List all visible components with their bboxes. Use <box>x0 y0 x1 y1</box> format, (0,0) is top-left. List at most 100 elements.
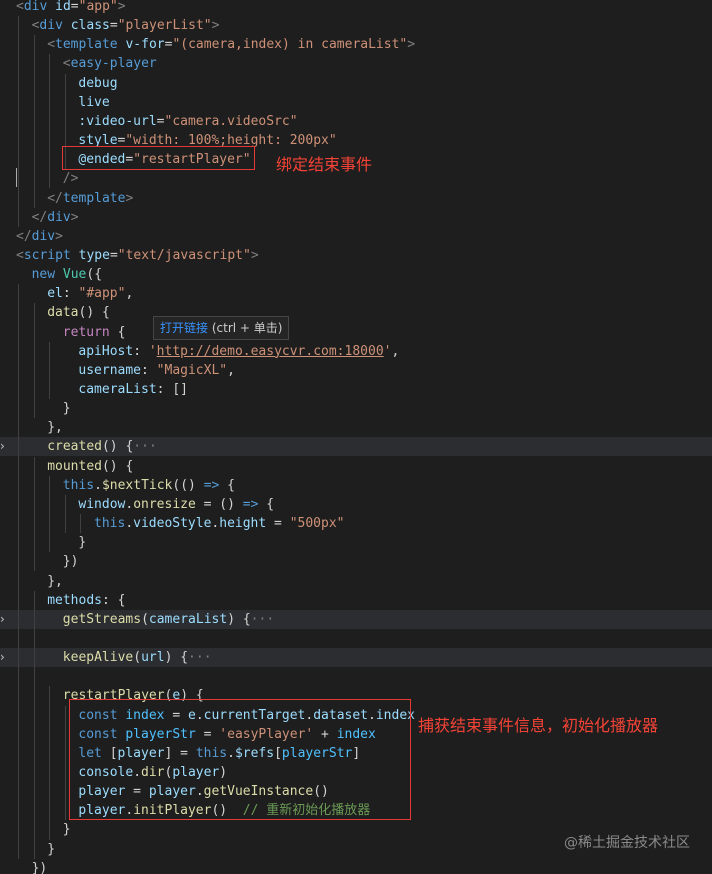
code-token: = <box>156 113 165 129</box>
code-line[interactable]: </template> <box>0 189 712 208</box>
code-line[interactable] <box>0 667 712 686</box>
code-token: , <box>125 286 134 302</box>
code-text: <easy-player <box>63 54 157 73</box>
code-line[interactable]: }, <box>0 418 712 437</box>
code-token: "(camera,index) in cameraList" <box>172 37 408 53</box>
code-token: (() <box>172 477 204 493</box>
code-token: . <box>94 477 102 493</box>
code-token: }) <box>62 554 79 570</box>
code-token: getStreams <box>62 611 142 627</box>
code-line[interactable]: <template v-for="(camera,index) in camer… <box>0 35 712 54</box>
code-token: </ <box>31 209 48 225</box>
code-line[interactable]: cameraList: [] <box>0 380 712 399</box>
code-line[interactable]: username: "MagicXL", <box>0 361 712 380</box>
code-token: username <box>78 362 142 378</box>
indent-guide <box>80 514 82 534</box>
code-text: </div> <box>32 208 79 227</box>
code-line[interactable]: mounted() { <box>0 457 712 476</box>
code-text: }) <box>32 859 48 874</box>
fold-chevron-icon[interactable]: › <box>0 610 10 629</box>
code-line[interactable]: <easy-player <box>0 54 712 73</box>
code-token: } <box>62 401 71 417</box>
code-line[interactable]: window.onresize = () => { <box>0 495 712 514</box>
code-line[interactable]: } <box>0 533 712 552</box>
code-token: > <box>211 18 220 34</box>
code-line[interactable]: this.$nextTick(() => { <box>0 476 712 495</box>
code-token: :video-url <box>78 113 157 129</box>
code-token: div <box>39 18 63 34</box>
code-line[interactable]: :video-url="camera.videoSrc" <box>0 112 712 131</box>
code-token: div <box>47 209 71 225</box>
code-token: => <box>242 496 259 512</box>
code-text: /> <box>63 169 79 188</box>
code-line[interactable]: › getStreams(cameraList) {··· <box>0 609 712 629</box>
code-token: data <box>47 305 79 321</box>
code-token: /> <box>62 171 79 187</box>
code-line[interactable]: › created() {··· <box>0 437 712 457</box>
code-line[interactable]: <div class="playerList"> <box>0 16 712 35</box>
code-token: div <box>31 228 56 244</box>
text-cursor <box>16 168 17 187</box>
code-text: live <box>78 93 109 112</box>
code-line[interactable]: } <box>0 399 712 418</box>
code-token: v-for <box>117 37 165 53</box>
code-token: cameraList <box>148 611 228 627</box>
code-line[interactable]: <div id="app"> <box>0 0 712 16</box>
indent-guide <box>33 35 35 208</box>
code-line[interactable]: debug <box>0 74 712 93</box>
code-token: , <box>227 362 235 378</box>
code-token: ··· <box>250 611 275 627</box>
code-line[interactable]: }) <box>0 552 712 571</box>
code-text: } <box>63 820 71 839</box>
code-line[interactable]: live <box>0 93 712 112</box>
code-line[interactable]: data() { <box>0 303 712 322</box>
code-line[interactable]: new Vue({ <box>0 265 712 284</box>
code-text: mounted() { <box>47 457 133 476</box>
fold-chevron-icon[interactable]: › <box>0 648 10 667</box>
code-line[interactable]: <script type="text/javascript"> <box>0 246 712 265</box>
annotation-bind-end-event: 绑定结束事件 <box>276 155 373 174</box>
code-token: return <box>62 324 118 340</box>
code-token: > <box>407 37 416 53</box>
code-text: } <box>63 399 71 418</box>
code-token: = () <box>195 496 243 512</box>
code-text: return { <box>63 323 126 342</box>
url-link[interactable]: http://demo.easycvr.com:18000 <box>157 344 384 359</box>
code-token: . <box>125 496 134 512</box>
code-token: </ <box>16 228 32 244</box>
code-token: ) { <box>227 611 251 627</box>
code-token: keepAlive <box>62 650 134 666</box>
code-text: cameraList: [] <box>78 380 188 399</box>
code-token: easy-player <box>70 56 157 72</box>
code-editor[interactable]: <div id="app"> <div class="playerList"> <t… <box>0 0 712 874</box>
code-text: this.videoStyle.height = "500px" <box>94 514 345 533</box>
code-token: ··· <box>188 650 212 666</box>
code-token: this <box>62 477 95 493</box>
code-line[interactable]: el: "#app", <box>0 284 712 303</box>
code-line[interactable]: this.videoStyle.height = "500px" <box>0 514 712 533</box>
indent-guide <box>64 705 66 821</box>
open-link-action[interactable]: 打开链接 <box>160 321 208 335</box>
code-token: "camera.videoSrc" <box>164 113 298 129</box>
code-line[interactable]: apiHost: 'http://demo.easycvr.com:18000'… <box>0 342 712 361</box>
code-line[interactable]: methods: { <box>0 591 712 610</box>
code-token: > <box>70 209 79 225</box>
code-token: Vue <box>62 267 87 283</box>
code-line[interactable]: return { <box>0 323 712 342</box>
code-line[interactable]: </div> <box>0 208 712 227</box>
fold-chevron-icon[interactable]: › <box>0 437 10 456</box>
code-token: ({ <box>86 267 103 283</box>
code-token: height <box>219 516 267 532</box>
code-line[interactable]: }, <box>0 572 712 591</box>
code-token: = <box>266 516 290 532</box>
code-line[interactable] <box>0 629 712 648</box>
code-token: "playerList" <box>117 18 212 34</box>
code-text: getStreams(cameraList) {··· <box>63 610 274 629</box>
code-line[interactable]: </div> <box>0 227 712 246</box>
code-text: </template> <box>47 189 133 208</box>
code-line[interactable]: › keepAlive(url) {··· <box>0 648 712 668</box>
code-token: < <box>47 37 56 53</box>
code-line[interactable]: }) <box>0 859 712 874</box>
code-token: id <box>47 0 71 14</box>
indent-guide <box>18 284 19 859</box>
